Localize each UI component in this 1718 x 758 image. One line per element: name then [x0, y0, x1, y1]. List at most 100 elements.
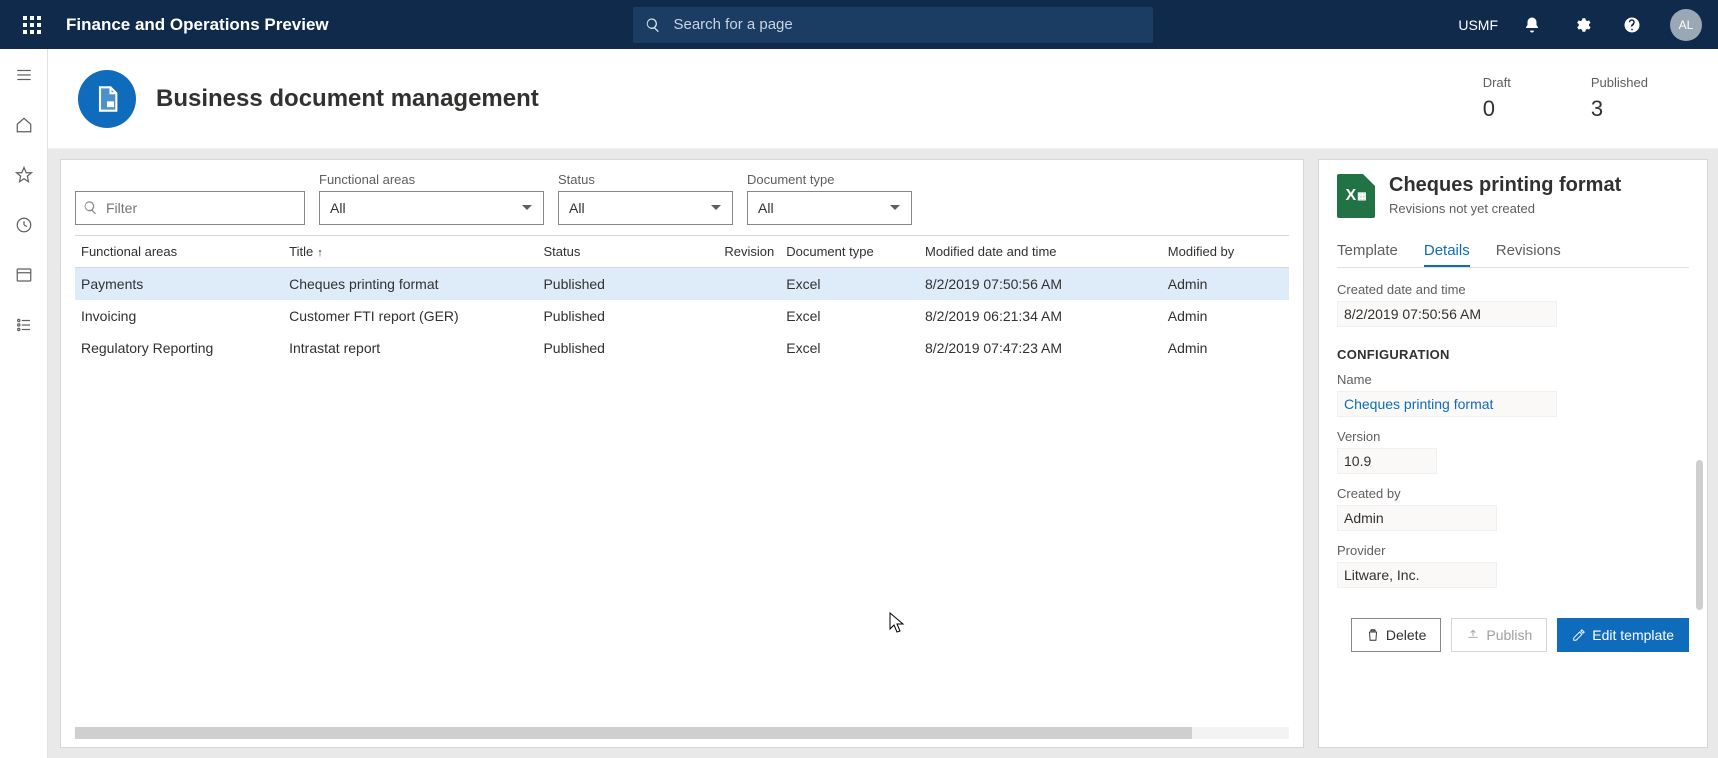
detail-scrollbar[interactable]	[1696, 460, 1703, 610]
documents-table: Functional areas Title↑ Status Revision …	[75, 235, 1289, 364]
cell-revision	[699, 268, 780, 301]
cell-modified: 8/2/2019 07:47:23 AM	[919, 332, 1162, 364]
recent-icon[interactable]	[8, 209, 40, 241]
cell-functional-areas: Regulatory Reporting	[75, 332, 283, 364]
col-modified-by[interactable]: Modified by	[1162, 236, 1289, 268]
doctype-filter-label: Document type	[747, 172, 912, 187]
settings-icon[interactable]	[1566, 9, 1598, 41]
doctype-value: All	[758, 200, 774, 216]
home-icon[interactable]	[8, 109, 40, 141]
edit-template-button[interactable]: Edit template	[1557, 618, 1689, 652]
notifications-icon[interactable]	[1516, 9, 1548, 41]
version-value: 10.9	[1337, 448, 1437, 474]
favorites-icon[interactable]	[8, 159, 40, 191]
page-header: Business document management Draft 0 Pub…	[48, 49, 1718, 149]
hamburger-icon[interactable]	[8, 59, 40, 91]
table-header-row: Functional areas Title↑ Status Revision …	[75, 236, 1289, 268]
modules-icon[interactable]	[8, 309, 40, 341]
cell-status: Published	[537, 332, 699, 364]
publish-button: Publish	[1451, 618, 1547, 652]
cell-revision	[699, 332, 780, 364]
tab-revisions[interactable]: Revisions	[1496, 236, 1561, 267]
functional-areas-select[interactable]: All	[319, 191, 544, 225]
stat-draft-label: Draft	[1483, 75, 1511, 90]
name-label: Name	[1337, 372, 1689, 387]
avatar[interactable]: AL	[1670, 9, 1702, 41]
cell-document-type: Excel	[780, 300, 919, 332]
col-document-type[interactable]: Document type	[780, 236, 919, 268]
cell-modified: 8/2/2019 06:21:34 AM	[919, 300, 1162, 332]
cell-functional-areas: Payments	[75, 268, 283, 301]
stat-draft: Draft 0	[1483, 75, 1511, 122]
cell-revision	[699, 300, 780, 332]
configuration-heading: CONFIGURATION	[1337, 347, 1689, 362]
cell-modified-by: Admin	[1162, 332, 1289, 364]
status-filter-label: Status	[558, 172, 733, 187]
doctype-select[interactable]: All	[747, 191, 912, 225]
chevron-down-icon	[889, 202, 901, 214]
functional-areas-label: Functional areas	[319, 172, 544, 187]
functional-areas-value: All	[330, 200, 346, 216]
col-functional-areas[interactable]: Functional areas	[75, 236, 283, 268]
detail-title: Cheques printing format	[1389, 174, 1621, 197]
company-code[interactable]: USMF	[1458, 17, 1498, 33]
table-row[interactable]: InvoicingCustomer FTI report (GER)Publis…	[75, 300, 1289, 332]
app-title: Finance and Operations Preview	[66, 15, 329, 35]
detail-subtitle: Revisions not yet created	[1389, 201, 1621, 216]
cell-status: Published	[537, 268, 699, 301]
detail-panel: X▦ Cheques printing format Revisions not…	[1318, 159, 1708, 748]
document-list-panel: Functional areas All Status All	[60, 159, 1304, 748]
filter-input-wrap	[75, 191, 305, 225]
createdby-value: Admin	[1337, 505, 1497, 531]
cell-modified: 8/2/2019 07:50:56 AM	[919, 268, 1162, 301]
col-modified[interactable]: Modified date and time	[919, 236, 1162, 268]
status-value: All	[569, 200, 585, 216]
stat-published-value: 3	[1591, 96, 1648, 122]
search-icon	[645, 17, 661, 33]
created-date-value: 8/2/2019 07:50:56 AM	[1337, 301, 1557, 327]
stat-published-label: Published	[1591, 75, 1648, 90]
delete-button[interactable]: Delete	[1351, 618, 1441, 652]
cell-document-type: Excel	[780, 268, 919, 301]
app-launcher-icon[interactable]	[8, 1, 56, 49]
cell-title: Intrastat report	[283, 332, 537, 364]
trash-icon	[1366, 628, 1380, 642]
cell-title: Customer FTI report (GER)	[283, 300, 537, 332]
name-value-link[interactable]: Cheques printing format	[1337, 391, 1557, 417]
created-date-label: Created date and time	[1337, 282, 1689, 297]
stat-published: Published 3	[1591, 75, 1648, 122]
tab-template[interactable]: Template	[1337, 236, 1398, 267]
search-box[interactable]	[633, 7, 1153, 43]
page-title: Business document management	[156, 85, 539, 113]
detail-tabs: Template Details Revisions	[1337, 236, 1689, 268]
search-input[interactable]	[671, 15, 1141, 34]
cell-functional-areas: Invoicing	[75, 300, 283, 332]
chevron-down-icon	[710, 202, 722, 214]
provider-label: Provider	[1337, 543, 1689, 558]
horizontal-scrollbar[interactable]	[75, 727, 1289, 739]
cell-modified-by: Admin	[1162, 268, 1289, 301]
cell-modified-by: Admin	[1162, 300, 1289, 332]
page-icon	[78, 70, 136, 128]
excel-icon: X▦	[1337, 174, 1375, 218]
sort-asc-icon: ↑	[317, 247, 323, 259]
table-row[interactable]: Regulatory ReportingIntrastat reportPubl…	[75, 332, 1289, 364]
filter-input[interactable]	[75, 191, 305, 225]
status-select[interactable]: All	[558, 191, 733, 225]
col-revision[interactable]: Revision	[699, 236, 780, 268]
cell-status: Published	[537, 300, 699, 332]
cell-document-type: Excel	[780, 332, 919, 364]
workspaces-icon[interactable]	[8, 259, 40, 291]
left-nav-rail	[0, 49, 48, 758]
tab-details[interactable]: Details	[1424, 236, 1470, 267]
col-title[interactable]: Title↑	[283, 236, 537, 268]
table-row[interactable]: PaymentsCheques printing formatPublished…	[75, 268, 1289, 301]
cell-title: Cheques printing format	[283, 268, 537, 301]
chevron-down-icon	[521, 202, 533, 214]
publish-icon	[1466, 628, 1480, 642]
help-icon[interactable]	[1616, 9, 1648, 41]
col-status[interactable]: Status	[537, 236, 699, 268]
provider-value: Litware, Inc.	[1337, 562, 1497, 588]
createdby-label: Created by	[1337, 486, 1689, 501]
topbar: Finance and Operations Preview USMF AL	[0, 0, 1718, 49]
